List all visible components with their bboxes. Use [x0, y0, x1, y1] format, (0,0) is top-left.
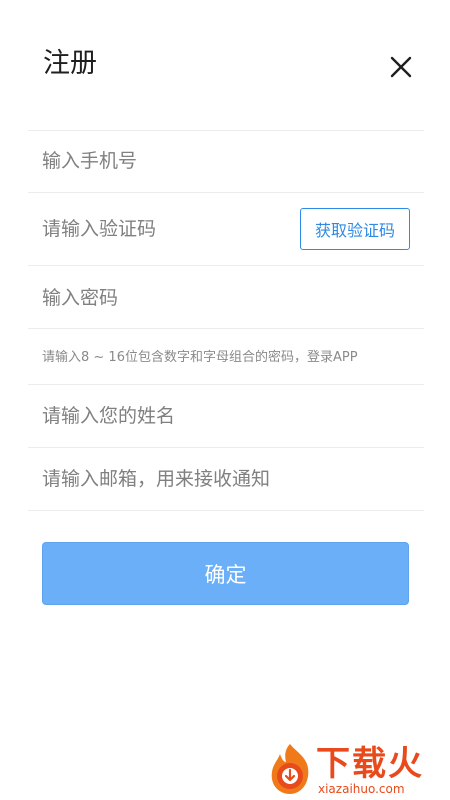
confirm-button[interactable]: 确定 — [42, 542, 409, 605]
email-input[interactable] — [42, 461, 402, 497]
divider — [28, 447, 424, 448]
password-input[interactable] — [42, 280, 292, 316]
watermark-brand: 下载火 — [316, 744, 424, 784]
watermark: 下载火 xiazaihuo.com — [262, 740, 448, 798]
flame-logo-icon — [271, 744, 309, 794]
close-button[interactable] — [386, 52, 416, 82]
close-icon — [390, 56, 412, 78]
divider — [28, 192, 424, 193]
divider — [28, 130, 424, 131]
get-code-button[interactable]: 获取验证码 — [300, 208, 410, 250]
phone-input[interactable] — [42, 143, 292, 179]
divider — [28, 265, 424, 266]
page-title: 注册 — [43, 48, 97, 79]
divider — [28, 328, 424, 329]
password-hint: 请输入8 ~ 16位包含数字和字母组合的密码，登录APP — [42, 350, 358, 365]
verification-code-input[interactable] — [42, 211, 292, 247]
name-input[interactable] — [42, 398, 292, 434]
divider — [28, 384, 424, 385]
register-page: 注册 获取验证码 请输入8 ~ 16位包含数字和字母组合的密码，登录APP 确定… — [0, 0, 450, 800]
watermark-url: xiazaihuo.com — [318, 782, 405, 796]
divider — [28, 510, 424, 511]
